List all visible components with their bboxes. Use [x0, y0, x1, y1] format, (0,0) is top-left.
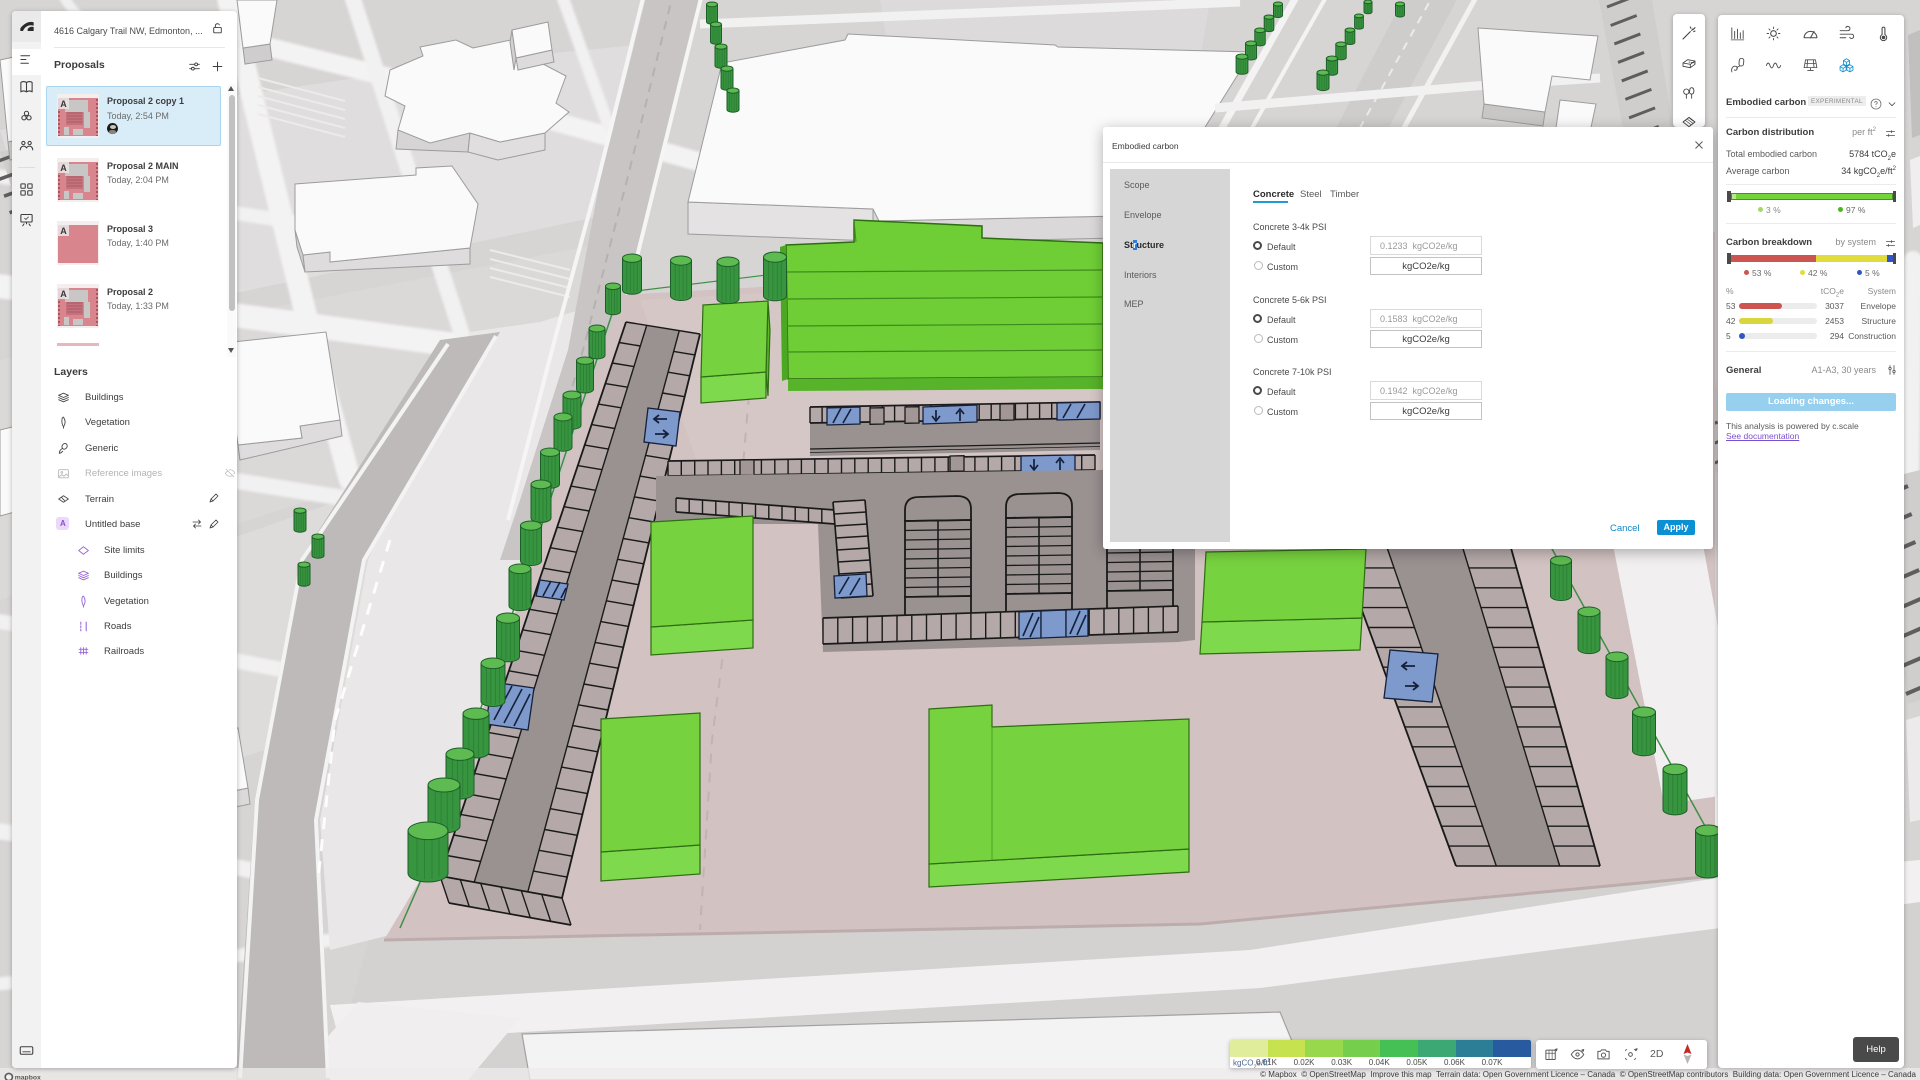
- svg-text:A: A: [60, 99, 67, 109]
- svg-text:A: A: [60, 289, 67, 299]
- svg-text:m: m: [7, 1075, 12, 1080]
- svg-text:A: A: [60, 163, 67, 173]
- svg-text:mapbox: mapbox: [15, 1075, 41, 1080]
- svg-text:A: A: [60, 226, 67, 236]
